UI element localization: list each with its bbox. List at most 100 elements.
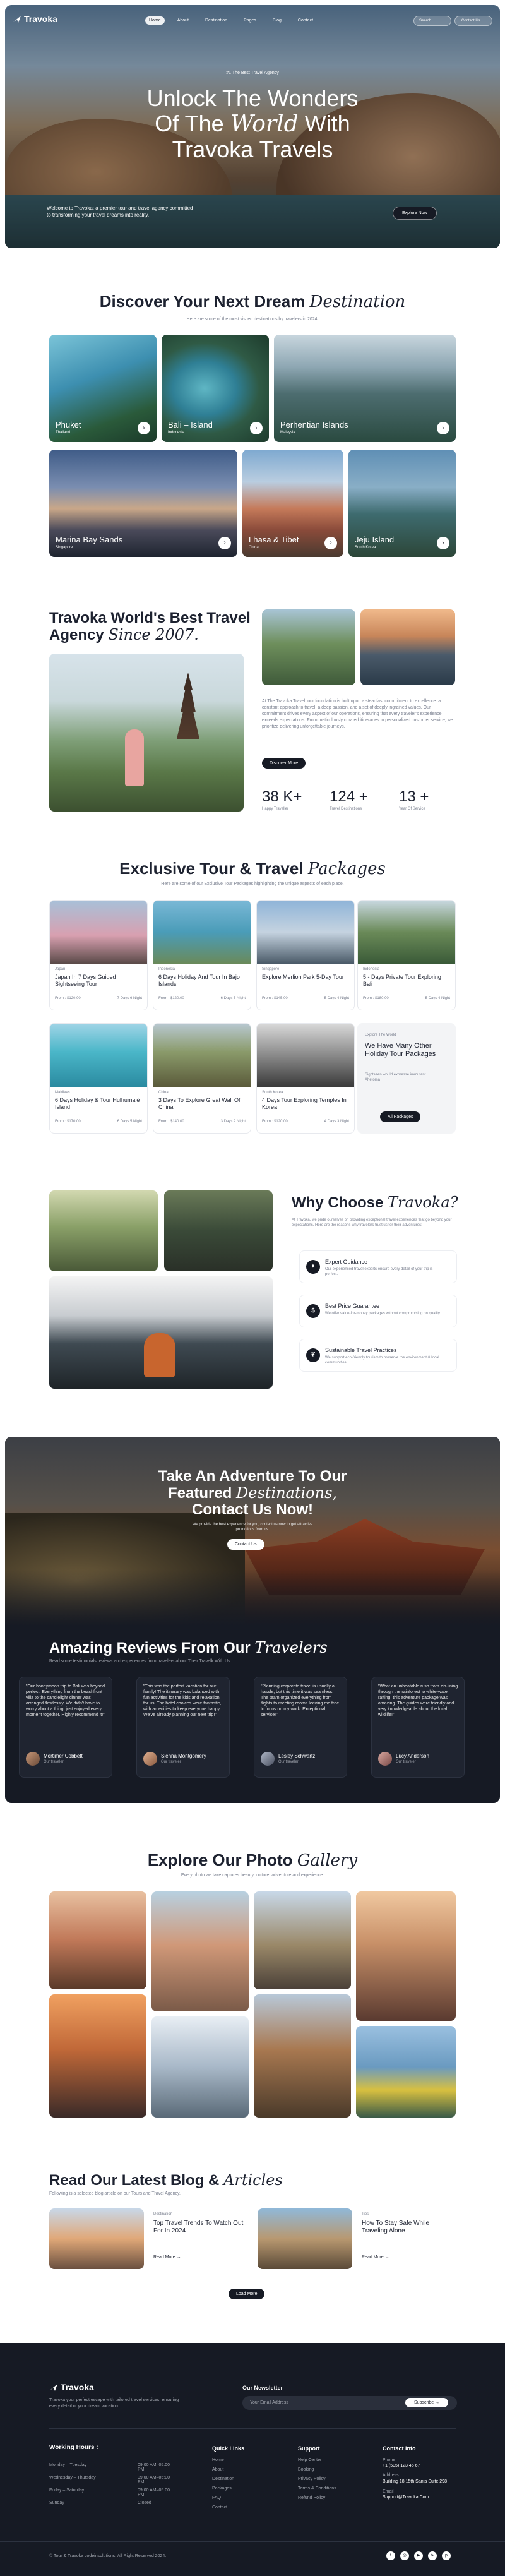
nav-link-destination[interactable]: Destination	[201, 16, 231, 25]
gallery-photo[interactable]	[152, 1891, 249, 2011]
gallery-photo[interactable]	[152, 2016, 249, 2118]
arrow-right-icon[interactable]: ›	[218, 537, 231, 549]
telegram-icon[interactable]: ➤	[428, 2551, 437, 2560]
destination-card-lhasa[interactable]: Lhasa & Tibet China ›	[242, 450, 343, 557]
contact-phone[interactable]: +1 (505) 123 45 67	[383, 2464, 456, 2468]
footer-link[interactable]: Destination	[212, 2477, 244, 2481]
gallery-photo[interactable]	[254, 1994, 351, 2118]
destination-country: Malaysia	[280, 431, 295, 434]
stat-years: 13 + Year Of Service	[399, 788, 429, 811]
top-navigation: Travoka Home About Destination Pages Blo…	[13, 14, 492, 29]
nav-link-contact[interactable]: Contact	[294, 16, 317, 25]
facebook-icon[interactable]: f	[386, 2551, 395, 2560]
tour-location: China	[158, 1091, 169, 1094]
blog-title: Read Our Latest Blog & Articles	[49, 2171, 283, 2190]
destination-card-perhentian[interactable]: Perhentian Islands Malaysia ›	[274, 335, 456, 442]
contact-us-nav-button[interactable]: Contact Us	[454, 16, 492, 26]
tour-name[interactable]: 6 Days Holiday & Tour Hulhumalé Island	[55, 1097, 143, 1111]
nav-link-home[interactable]: Home	[145, 16, 165, 25]
read-more-link[interactable]: Read More →	[362, 2255, 389, 2260]
gallery-photo[interactable]	[356, 1891, 456, 2021]
hours-time: 09:00 AM–05:00 PM	[138, 2488, 170, 2497]
gallery-title: Explore Our Photo Gallery	[0, 1850, 505, 1870]
instagram-icon[interactable]: ◎	[400, 2551, 409, 2560]
footer-link[interactable]: FAQ	[212, 2496, 244, 2500]
reviewer-role: Our traveler	[278, 1760, 299, 1764]
arrow-right-icon: →	[176, 2255, 181, 2260]
working-hours-title: Working Hours :	[49, 2444, 98, 2451]
why-description: At Travoka, we pride ourselves on provid…	[292, 1218, 452, 1227]
tour-card[interactable]: Maldives 6 Days Holiday & Tour Hulhumalé…	[49, 1023, 148, 1134]
nav-link-blog[interactable]: Blog	[269, 16, 285, 25]
footer-link[interactable]: Terms & Conditions	[298, 2486, 336, 2491]
youtube-icon[interactable]: ▶	[414, 2551, 423, 2560]
hours-day: Friday – Saturday	[49, 2488, 85, 2493]
gallery-photo[interactable]	[49, 1994, 146, 2118]
blog-title[interactable]: Top Travel Trends To Watch Out For In 20…	[153, 2220, 248, 2235]
tour-name[interactable]: Japan In 7 Days Guided Sightseeing Tour	[55, 974, 143, 988]
footer-brand-logo[interactable]: Travoka	[49, 2382, 94, 2392]
tour-price: From : $170.00	[55, 1120, 81, 1123]
destination-card-marina-bay[interactable]: Marina Bay Sands Singapore ›	[49, 450, 237, 557]
footer-link[interactable]: About	[212, 2467, 244, 2472]
search-input[interactable]: Search	[413, 16, 451, 26]
title-text: Explore Our Photo	[147, 1850, 293, 1869]
destinations-title: Discover Your Next Dream Destination	[0, 292, 505, 311]
destination-country: South Korea	[355, 546, 376, 549]
destination-name: Marina Bay Sands	[56, 535, 123, 544]
pinterest-icon[interactable]: p	[442, 2551, 451, 2560]
footer-link[interactable]: Booking	[298, 2467, 336, 2472]
footer-link[interactable]: Home	[212, 2458, 244, 2462]
load-more-button[interactable]: Load More	[229, 2289, 265, 2299]
arrow-right-icon[interactable]: ›	[324, 537, 337, 549]
discover-more-button[interactable]: Discover More	[262, 758, 306, 769]
email-input[interactable]: Your Email Address	[250, 2400, 288, 2405]
all-packages-button[interactable]: All Packages	[380, 1111, 421, 1122]
tour-image	[50, 1024, 147, 1087]
arrow-right-icon[interactable]: ›	[138, 422, 150, 434]
footer-link[interactable]: Packages	[212, 2486, 244, 2491]
destination-name: Jeju Island	[355, 535, 395, 544]
gallery-photo[interactable]	[49, 1891, 146, 1989]
tour-card[interactable]: Singapore Explore Merlion Park 5-Day Tou…	[256, 900, 355, 1010]
subscribe-button[interactable]: Subscribe →	[405, 2398, 449, 2407]
tour-name[interactable]: 6 Days Holiday And Tour In Bajo Islands	[158, 974, 247, 988]
arrow-right-icon[interactable]: ›	[437, 537, 449, 549]
nav-links: Home About Destination Pages Blog Contac…	[145, 16, 317, 25]
contact-email[interactable]: Support@Travoka.Com	[383, 2495, 456, 2500]
read-more-link[interactable]: Read More →	[153, 2255, 181, 2260]
gallery-photo[interactable]	[356, 2026, 456, 2118]
blog-card[interactable]: Destination Top Travel Trends To Watch O…	[49, 2208, 258, 2269]
contact-us-button[interactable]: Contact Us	[227, 1539, 264, 1550]
tour-card[interactable]: Indonesia 5 - Days Private Tour Explorin…	[357, 900, 456, 1010]
tour-card[interactable]: China 3 Days To Explore Great Wall Of Ch…	[153, 1023, 251, 1134]
tour-name[interactable]: 3 Days To Explore Great Wall Of China	[158, 1097, 247, 1111]
destination-card-bali[interactable]: Bali – Island Indonesia ›	[162, 335, 269, 442]
brand-logo[interactable]: Travoka	[13, 14, 57, 24]
tour-name[interactable]: Explore Merlion Park 5-Day Tour	[262, 974, 350, 981]
footer-divider	[0, 2541, 505, 2542]
arrow-right-icon[interactable]: ›	[437, 422, 449, 434]
tour-name[interactable]: 4 Days Tour Exploring Temples In Korea	[262, 1097, 350, 1111]
tour-card[interactable]: Indonesia 6 Days Holiday And Tour In Baj…	[153, 900, 251, 1010]
tour-card[interactable]: South Korea 4 Days Tour Exploring Temple…	[256, 1023, 355, 1134]
tour-price: From : $120.00	[262, 1120, 288, 1123]
blog-title[interactable]: How To Stay Safe While Traveling Alone	[362, 2220, 456, 2235]
footer-link[interactable]: Help Center	[298, 2458, 336, 2462]
nav-link-about[interactable]: About	[174, 16, 193, 25]
destination-card-jeju[interactable]: Jeju Island South Korea ›	[348, 450, 456, 557]
destination-card-phuket[interactable]: Phuket Thailand ›	[49, 335, 157, 442]
tour-location: South Korea	[262, 1091, 283, 1094]
reviews-title: Amazing Reviews From Our Travelers	[49, 1639, 328, 1657]
footer-link[interactable]: Contact	[212, 2505, 244, 2510]
tour-card[interactable]: Japan Japan In 7 Days Guided Sightseeing…	[49, 900, 148, 1010]
nav-link-pages[interactable]: Pages	[240, 16, 260, 25]
explore-now-button[interactable]: Explore Now	[393, 207, 437, 220]
arrow-right-icon[interactable]: ›	[250, 422, 263, 434]
blog-card[interactable]: Tips How To Stay Safe While Traveling Al…	[258, 2208, 466, 2269]
feature-best-price: $ Best Price Guarantee We offer value-fo…	[299, 1295, 457, 1327]
footer-link[interactable]: Refund Policy	[298, 2496, 336, 2500]
tour-name[interactable]: 5 - Days Private Tour Exploring Bali	[363, 974, 451, 988]
gallery-photo[interactable]	[254, 1891, 351, 1989]
footer-link[interactable]: Privacy Policy	[298, 2477, 336, 2481]
